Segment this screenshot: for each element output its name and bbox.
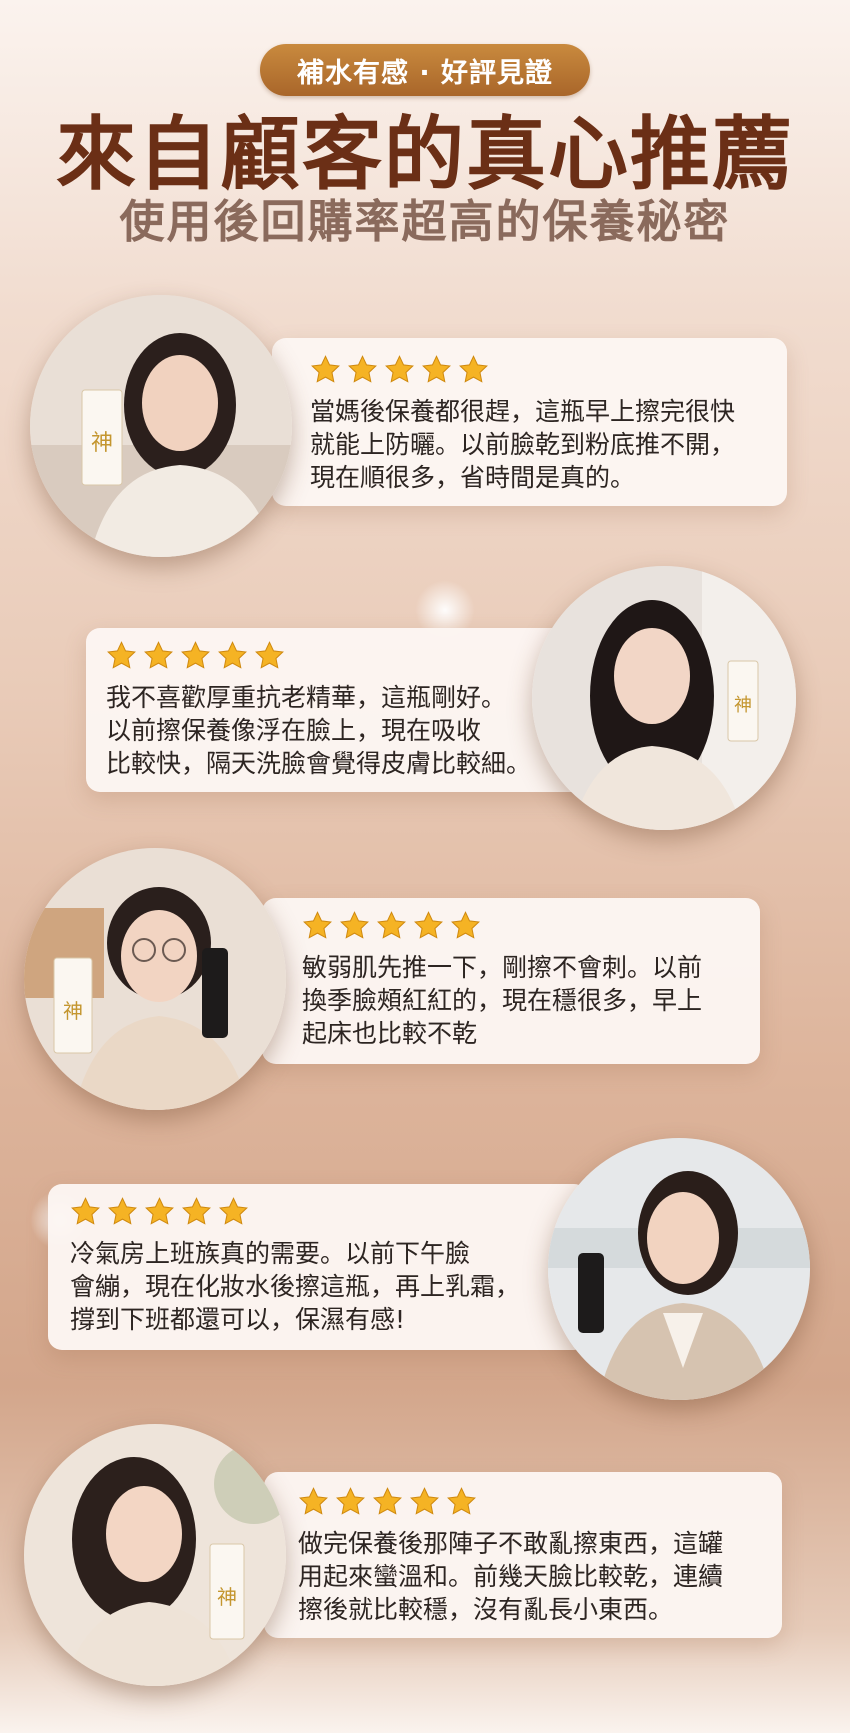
- review-text: 冷氣房上班族真的需要。以前下午臉 會繃，現在化妝水後擦這瓶，再上乳霜， 撐到下班…: [70, 1239, 521, 1334]
- star-icon: [348, 355, 377, 383]
- page-subtitle: 使用後回購率超高的保養秘密: [119, 195, 731, 248]
- star-rating: [298, 1486, 782, 1517]
- customer-avatar: 神: [532, 566, 796, 830]
- star-icon: [377, 911, 406, 939]
- star-icon: [414, 911, 443, 939]
- star-icon: [145, 1197, 174, 1225]
- star-icon: [181, 641, 210, 669]
- star-rating: [302, 910, 760, 941]
- page-title: 來自顧客的真心推薦: [56, 108, 794, 201]
- customer-photo-icon: 神: [532, 566, 796, 830]
- review-text: 做完保養後那陣子不敢亂擦東西，這罐 用起來蠻溫和。前幾天臉比較乾，連續 擦後就比…: [298, 1529, 724, 1624]
- star-icon: [447, 1487, 476, 1515]
- customer-photo-icon: 神: [30, 295, 292, 557]
- header-badge: 補水有感 · 好評見證: [260, 44, 590, 96]
- star-icon: [451, 911, 480, 939]
- review-text: 當媽後保養都很趕，這瓶早上擦完很快 就能上防曬。以前臉乾到粉底推不開， 現在順很…: [310, 397, 736, 492]
- star-icon: [336, 1487, 365, 1515]
- customer-avatar: [548, 1138, 810, 1400]
- star-icon: [459, 355, 488, 383]
- customer-avatar: 神: [24, 848, 286, 1110]
- review-card: 冷氣房上班族真的需要。以前下午臉 會繃，現在化妝水後擦這瓶，再上乳霜， 撐到下班…: [48, 1184, 588, 1350]
- star-icon: [219, 1197, 248, 1225]
- star-icon: [255, 641, 284, 669]
- star-icon: [108, 1197, 137, 1225]
- customer-photo-icon: [548, 1138, 810, 1400]
- star-icon: [71, 1197, 100, 1225]
- star-icon: [422, 355, 451, 383]
- star-icon: [311, 355, 340, 383]
- star-icon: [303, 911, 332, 939]
- customer-avatar: 神: [30, 295, 292, 557]
- star-icon: [182, 1197, 211, 1225]
- svg-text:神: 神: [217, 1585, 237, 1609]
- svg-text:神: 神: [63, 999, 83, 1023]
- star-icon: [410, 1487, 439, 1515]
- review-card: 敏弱肌先推一下，剛擦不會刺。以前 換季臉頰紅紅的，現在穩很多，早上 起床也比較不…: [262, 898, 760, 1064]
- star-icon: [107, 641, 136, 669]
- customer-photo-icon: 神: [24, 1424, 286, 1686]
- star-rating: [310, 354, 787, 385]
- star-icon: [373, 1487, 402, 1515]
- star-icon: [144, 641, 173, 669]
- review-card: 當媽後保養都很趕，這瓶早上擦完很快 就能上防曬。以前臉乾到粉底推不開， 現在順很…: [272, 338, 787, 506]
- svg-text:神: 神: [91, 431, 113, 456]
- review-card: 做完保養後那陣子不敢亂擦東西，這罐 用起來蠻溫和。前幾天臉比較乾，連續 擦後就比…: [264, 1472, 782, 1638]
- star-icon: [218, 641, 247, 669]
- star-icon: [385, 355, 414, 383]
- star-icon: [299, 1487, 328, 1515]
- customer-photo-icon: 神: [24, 848, 286, 1110]
- svg-text:神: 神: [734, 695, 752, 716]
- star-rating: [70, 1196, 588, 1227]
- customer-avatar: 神: [24, 1424, 286, 1686]
- star-icon: [340, 911, 369, 939]
- review-text: 敏弱肌先推一下，剛擦不會刺。以前 換季臉頰紅紅的，現在穩很多，早上 起床也比較不…: [302, 953, 703, 1048]
